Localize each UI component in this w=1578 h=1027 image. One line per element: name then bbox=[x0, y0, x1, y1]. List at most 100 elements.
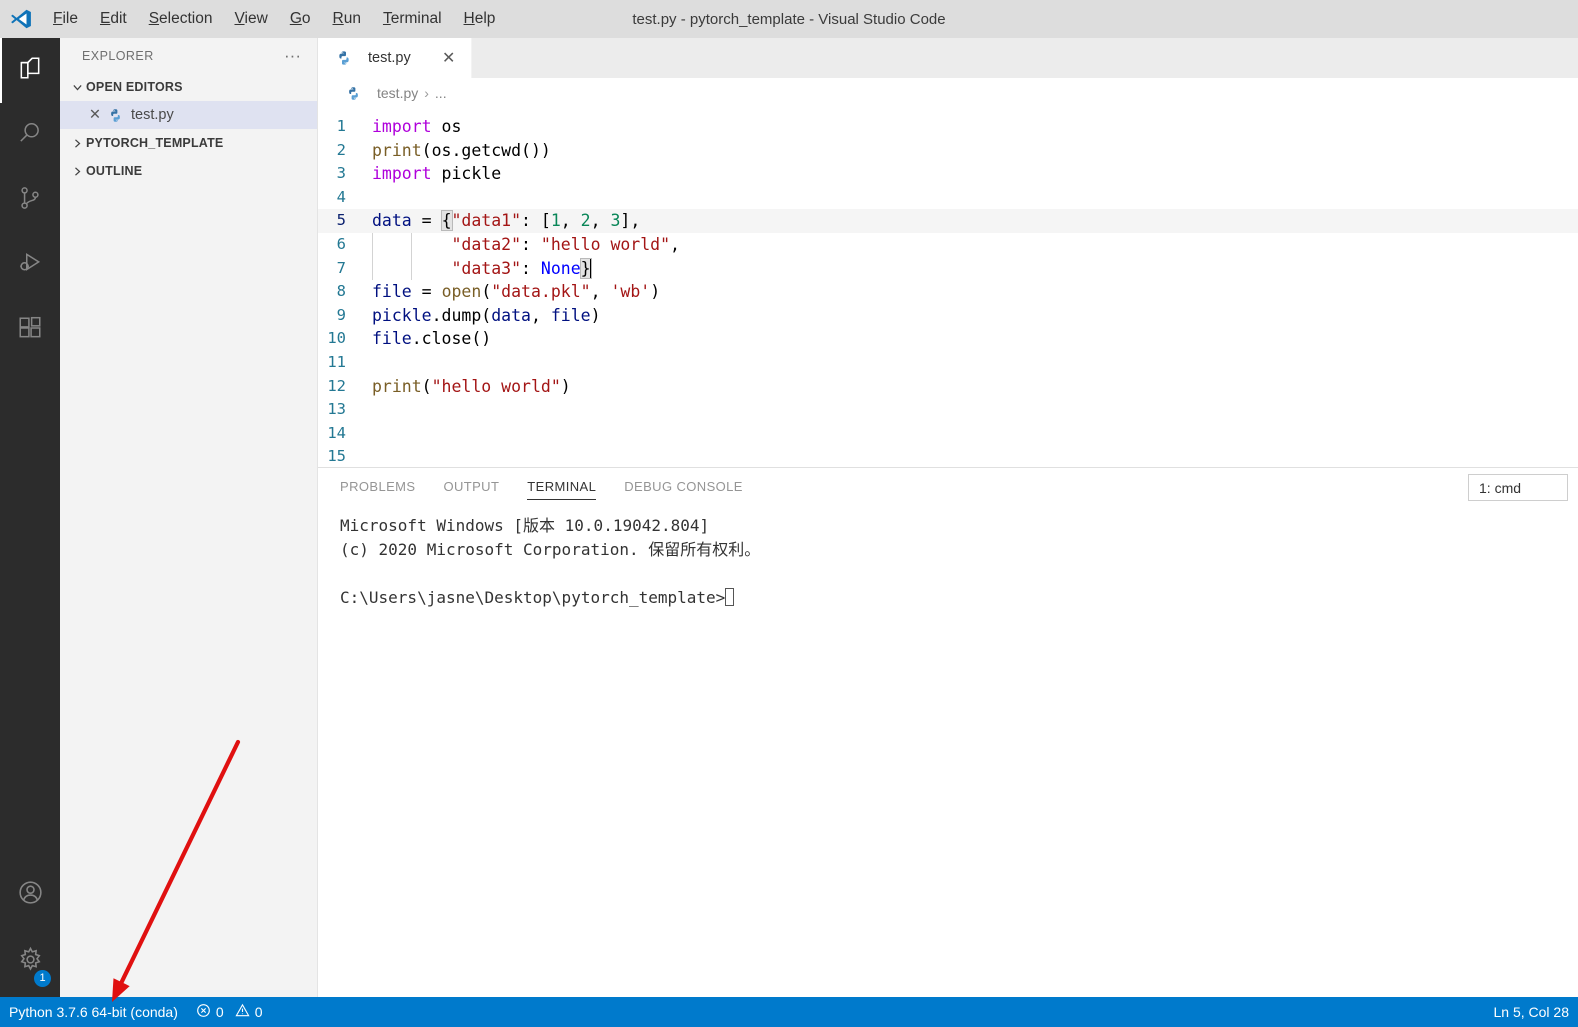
sidebar-section-open-editors[interactable]: OPEN EDITORS bbox=[60, 73, 317, 101]
sidebar-section-outline[interactable]: OUTLINE bbox=[60, 157, 317, 185]
code-token: 1 bbox=[550, 211, 561, 231]
tab-test-py[interactable]: test.py ✕ bbox=[318, 38, 472, 78]
panel-tab-problems[interactable]: PROBLEMS bbox=[340, 468, 415, 506]
line-number: 2 bbox=[336, 140, 346, 159]
sidebar-header: EXPLORER ··· bbox=[60, 38, 317, 73]
menu-file[interactable]: File bbox=[42, 0, 89, 38]
editor-tabs: test.py ✕ bbox=[318, 38, 1578, 78]
panel-tab-terminal[interactable]: TERMINAL bbox=[527, 468, 597, 506]
activity-manage[interactable]: 1 bbox=[0, 927, 60, 997]
code-token: print bbox=[372, 140, 422, 160]
line-number: 6 bbox=[336, 234, 346, 253]
menu-terminal[interactable]: Terminal bbox=[372, 0, 453, 38]
code-token: 'wb' bbox=[610, 282, 651, 302]
activity-run-debug[interactable] bbox=[0, 233, 60, 298]
code-token: .dump( bbox=[431, 305, 492, 325]
code-line: 9 pickle.dump(data, file) bbox=[318, 304, 1578, 328]
python-file-icon bbox=[336, 50, 352, 66]
menu-help[interactable]: Help bbox=[453, 0, 507, 38]
error-count: 0 bbox=[215, 1004, 224, 1020]
vscode-logo-icon bbox=[0, 0, 42, 38]
code-token: print bbox=[372, 376, 422, 396]
menu-label-rest: dit bbox=[110, 10, 127, 27]
cursor-position-status-item[interactable]: Ln 5, Col 28 bbox=[1485, 997, 1578, 1027]
menu-label-rest: o bbox=[301, 10, 311, 27]
terminal-line: C:\Users\jasne\Desktop\pytorch_template> bbox=[340, 586, 1578, 610]
tab-close-icon[interactable]: ✕ bbox=[439, 48, 459, 68]
code-token: os bbox=[431, 117, 462, 136]
line-content: pickle.dump(data, file) bbox=[372, 304, 1578, 328]
code-token: pickle bbox=[431, 164, 502, 184]
open-editor-test-py[interactable]: ✕ test.py bbox=[60, 101, 317, 129]
code-token: file bbox=[372, 329, 412, 349]
breadcrumb-separator-icon: › bbox=[424, 85, 429, 101]
code-token: , bbox=[670, 234, 680, 254]
panel-tab-debug-console[interactable]: DEBUG CONSOLE bbox=[624, 468, 743, 506]
code-editor[interactable]: 1 import os 2 print(os.getcwd()) 3 import pic… bbox=[318, 108, 1578, 467]
code-line: 8 file = open("data.pkl", 'wb') bbox=[318, 280, 1578, 304]
title-bar: File Edit Selection View Go Run Terminal Help t… bbox=[0, 0, 1578, 38]
code-token: "data1" bbox=[451, 211, 522, 231]
tab-label: test.py bbox=[368, 50, 411, 66]
code-line: 5 data = {"data1": [1, 2, 3], bbox=[318, 209, 1578, 233]
status-bar: Python 3.7.6 64-bit (conda) 0 0 Ln 5, Co… bbox=[0, 997, 1578, 1027]
sidebar-title: EXPLORER bbox=[82, 48, 154, 63]
terminal-output[interactable]: Microsoft Windows [版本 10.0.19042.804] (c)… bbox=[318, 506, 1578, 997]
code-token: import bbox=[372, 117, 432, 136]
line-number: 3 bbox=[336, 164, 346, 183]
menu-edit[interactable]: Edit bbox=[89, 0, 138, 38]
tabs-filler bbox=[471, 38, 1578, 78]
code-token: : bbox=[521, 234, 541, 254]
code-token: , bbox=[560, 211, 581, 231]
workbench-body: 1 EXPLORER ··· OPEN EDITORS ✕ test.py PY… bbox=[0, 38, 1578, 997]
code-token: "data.pkl" bbox=[491, 282, 591, 302]
terminal-selector[interactable]: 1: cmd bbox=[1468, 474, 1568, 501]
activity-accounts[interactable] bbox=[0, 862, 60, 927]
editor-area: test.py ✕ test.py › ... 1 import os 2 print… bbox=[318, 38, 1578, 997]
menu-view[interactable]: View bbox=[223, 0, 278, 38]
line-number: 1 bbox=[336, 117, 346, 135]
menu-accelerator: S bbox=[148, 10, 160, 27]
code-token: pickle bbox=[372, 305, 432, 325]
menu-label-rest: ile bbox=[62, 10, 78, 27]
cursor-position-label: Ln 5, Col 28 bbox=[1493, 1004, 1570, 1020]
menu-selection[interactable]: Selection bbox=[138, 0, 224, 38]
activity-explorer[interactable] bbox=[0, 38, 60, 103]
code-token: : [ bbox=[521, 211, 551, 231]
problems-status-item[interactable]: 0 0 bbox=[187, 997, 272, 1027]
line-content: import os bbox=[372, 115, 1578, 139]
breadcrumb-file[interactable]: test.py bbox=[377, 85, 418, 101]
activity-source-control[interactable] bbox=[0, 168, 60, 233]
code-line: 6 "data2": "hello world", bbox=[318, 232, 1578, 257]
sidebar-section-pytorch-template[interactable]: PYTORCH_TEMPLATE bbox=[60, 129, 317, 157]
menu-label-rest: iew bbox=[244, 10, 268, 27]
menu-accelerator: G bbox=[289, 10, 302, 27]
line-number: 14 bbox=[327, 423, 346, 442]
vscode-window: File Edit Selection View Go Run Terminal Help t… bbox=[0, 0, 1578, 1027]
menu-accelerator: R bbox=[332, 10, 344, 27]
sidebar-more-actions-icon[interactable]: ··· bbox=[280, 47, 305, 64]
code-token: , bbox=[590, 211, 611, 231]
indent-guide bbox=[411, 232, 412, 257]
breadcrumb-more[interactable]: ... bbox=[435, 85, 447, 101]
code-token: file bbox=[372, 282, 412, 302]
code-token: "hello world" bbox=[540, 234, 671, 254]
close-icon[interactable]: ✕ bbox=[86, 107, 104, 123]
python-env-status-item[interactable]: Python 3.7.6 64-bit (conda) bbox=[0, 997, 187, 1027]
menu-accelerator: E bbox=[99, 10, 111, 27]
menu-go[interactable]: Go bbox=[279, 0, 322, 38]
bracket-match: { bbox=[440, 210, 453, 232]
code-line: 13 bbox=[318, 398, 1578, 422]
run-debug-icon bbox=[17, 250, 43, 281]
terminal-line: (c) 2020 Microsoft Corporation. 保留所有权利。 bbox=[340, 540, 761, 559]
activity-search[interactable] bbox=[0, 103, 60, 168]
activity-extensions[interactable] bbox=[0, 298, 60, 363]
line-content: data = {"data1": [1, 2, 3], bbox=[372, 209, 1578, 233]
menu-run[interactable]: Run bbox=[322, 0, 372, 38]
code-line: 10 file.close() bbox=[318, 327, 1578, 351]
panel-tab-output[interactable]: OUTPUT bbox=[443, 468, 499, 506]
account-icon bbox=[17, 879, 44, 911]
status-bar-right: Ln 5, Col 28 bbox=[1485, 997, 1578, 1027]
text-cursor bbox=[589, 258, 592, 278]
